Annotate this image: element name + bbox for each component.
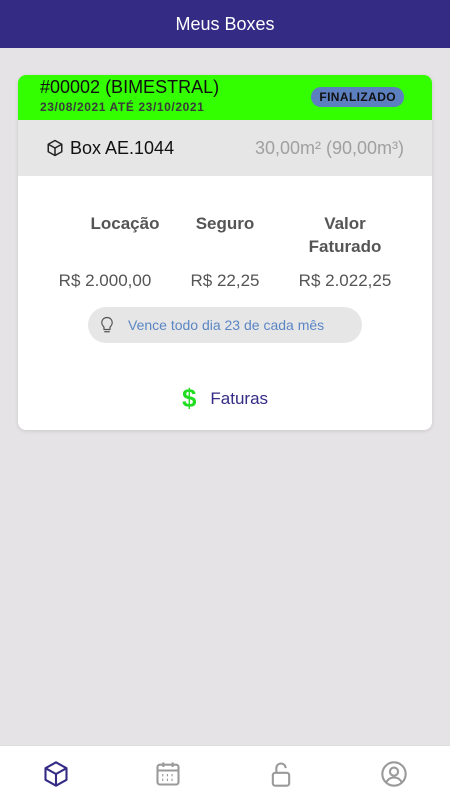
calendar-icon <box>156 762 180 786</box>
insurance-value: R$ 22,25 <box>190 271 260 290</box>
tab-calendar[interactable] <box>153 759 183 789</box>
invoices-label: Faturas <box>210 388 269 408</box>
app-header: Meus Boxes <box>0 0 450 48</box>
billed-value-label: Valor Faturado <box>308 214 382 256</box>
page-title: Meus Boxes <box>175 13 275 34</box>
insurance-label: Seguro <box>195 214 255 233</box>
tab-boxes[interactable] <box>41 759 71 789</box>
contract-card-header: #00002 (BIMESTRAL) 23/08/2021 ATÉ 23/10/… <box>18 75 432 120</box>
lightbulb-icon <box>101 316 113 333</box>
box-name: Box AE.1044 <box>70 137 175 158</box>
tab-profile[interactable] <box>379 759 409 789</box>
contract-title: #00002 (BIMESTRAL) <box>40 77 220 97</box>
billed-value: R$ 2.022,25 <box>298 271 392 290</box>
status-badge: FINALIZADO <box>311 87 404 107</box>
box-size: 30,00m² (90,00m³) <box>254 137 404 158</box>
user-circle-icon <box>381 761 407 787</box>
due-date-text: Vence todo dia 23 de cada mês <box>128 317 325 333</box>
box-info-row: Box AE.1044 30,00m² (90,00m³) <box>18 120 432 176</box>
lock-open-icon <box>271 762 291 787</box>
invoices-link[interactable]: $ Faturas <box>18 383 432 414</box>
dollar-icon: $ <box>181 383 197 413</box>
contract-period: 23/08/2021 ATÉ 23/10/2021 <box>40 100 205 114</box>
box-icon <box>44 761 68 787</box>
box-icon <box>47 139 63 157</box>
due-date-hint: Vence todo dia 23 de cada mês <box>88 307 362 343</box>
contract-card[interactable]: #00002 (BIMESTRAL) 23/08/2021 ATÉ 23/10/… <box>18 75 432 430</box>
rent-value: R$ 2.000,00 <box>58 271 152 290</box>
tab-bar <box>0 745 450 800</box>
tab-access[interactable] <box>266 759 296 789</box>
